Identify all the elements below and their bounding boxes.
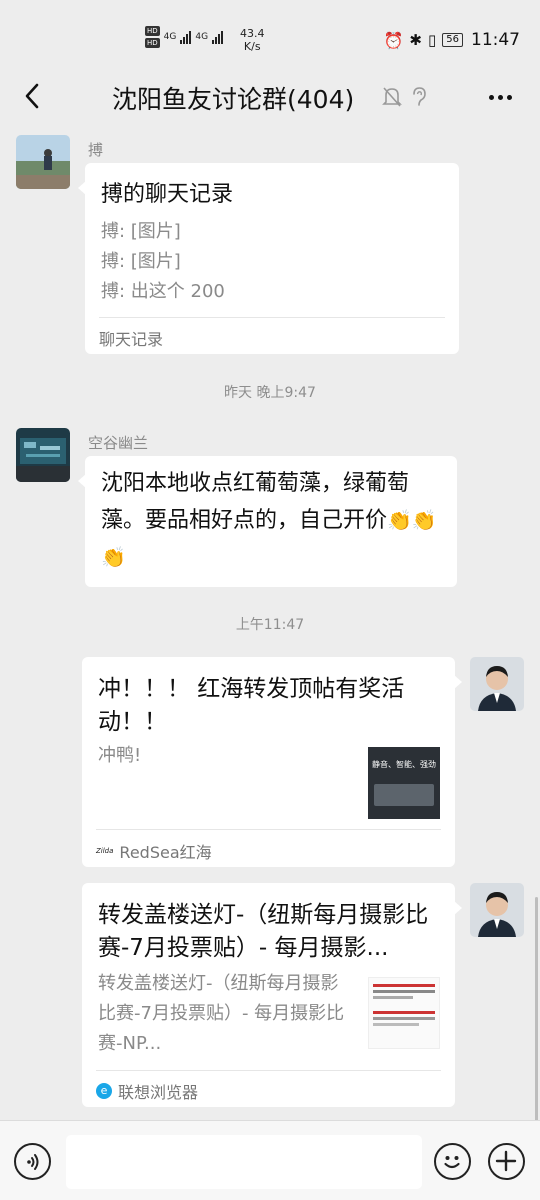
timestamp: 上午11:47 — [235, 617, 305, 633]
dot-icon — [497, 94, 503, 100]
voice-input-button[interactable] — [14, 1143, 51, 1180]
signal-icon — [180, 30, 192, 44]
back-button[interactable] — [14, 78, 50, 114]
plus-icon — [495, 1150, 517, 1172]
sender-name: 搏 — [88, 141, 104, 159]
speed-value: 43.4 — [240, 27, 265, 40]
link-card-lenovo[interactable]: 转发盖楼送灯-（纽斯每月摄影比赛-7月投票贴）- 每月摄影... 转发盖楼送灯-… — [82, 883, 462, 1107]
avatar-sender-konggu[interactable] — [16, 428, 70, 482]
timestamp: 昨天 晚上9:47 — [224, 385, 316, 401]
alarm-icon: ⏰ — [383, 30, 404, 50]
card-source: RedSea红海 — [119, 843, 212, 862]
earpiece-icon — [413, 87, 426, 106]
record-line: 搏: 出这个 200 — [101, 281, 225, 302]
card-title: 搏的聊天记录 — [101, 182, 234, 207]
card-title: 转发盖楼送灯-（纽斯每月摄影比赛-7月投票贴）- 每月摄影... — [98, 902, 429, 961]
lenovo-browser-icon: e — [96, 1083, 112, 1099]
bluetooth-icon: ✱ — [409, 31, 422, 49]
network-speed: 43.4 K/s — [240, 27, 265, 53]
divider — [96, 1070, 441, 1071]
card-title: 冲！！！ 红海转发顶帖有奖活动！！ — [98, 676, 405, 735]
avatar-image — [470, 883, 524, 937]
message-body: 沈阳本地收点红葡萄藻，绿葡萄藻。要品相好点的，自己开价 — [101, 471, 410, 533]
net-type-2: 4G — [195, 32, 209, 42]
divider — [96, 829, 441, 830]
card-description: 转发盖楼送灯-（纽斯每月摄影比赛-7月投票贴）- 每月摄影比赛-NP... — [98, 973, 345, 1054]
card-description: 冲鸭! — [98, 745, 142, 766]
sender-name: 空谷幽兰 — [88, 434, 149, 452]
card-thumbnail: 静音、智能、强劲 — [368, 747, 440, 819]
voice-icon — [26, 1153, 38, 1170]
chat-header: 沈阳鱼友讨论群(404) — [0, 70, 540, 122]
vibrate-icon: ▯ — [428, 31, 437, 49]
net-type-1: 4G — [163, 32, 177, 42]
divider — [99, 317, 445, 318]
more-functions-button[interactable] — [488, 1143, 525, 1180]
avatar-image — [470, 657, 524, 711]
avatar-image — [16, 428, 70, 482]
message-text: 沈阳本地收点红葡萄藻，绿葡萄藻。要品相好点的，自己开价👏👏👏 — [101, 466, 446, 576]
chevron-left-icon — [25, 83, 39, 109]
mute-bell-icon — [382, 87, 402, 107]
battery-icon: 56 — [442, 33, 463, 47]
chat-title: 沈阳鱼友讨论群(404) — [112, 85, 355, 114]
status-bar: HD HD 4G 4G 43.4 K/s ⏰ ✱ ▯ 56 11:47 — [0, 0, 540, 70]
scrollbar[interactable] — [535, 897, 538, 1120]
avatar-image — [16, 135, 70, 189]
card-footer: 聊天记录 — [99, 330, 164, 349]
smile-icon — [444, 1156, 460, 1169]
thumbnail-caption: 静音、智能、强劲 — [372, 760, 436, 769]
redsea-logo-icon: Zilda — [96, 847, 114, 855]
record-line: 搏: [图片] — [101, 221, 181, 242]
link-card-redsea[interactable]: 冲！！！ 红海转发顶帖有奖活动！！ 冲鸭! 静音、智能、强劲 Zilda Red… — [82, 657, 462, 867]
network-indicator: HD HD 4G 4G — [145, 26, 224, 48]
dot-icon — [488, 94, 494, 100]
message-list[interactable]: 搏 搏的聊天记录 搏: [图片] 搏: [图片] 搏: 出这个 200 聊天记录… — [0, 122, 540, 1120]
avatar-sender-bo[interactable] — [16, 135, 70, 189]
emoji-button[interactable] — [434, 1143, 471, 1180]
signal-icon-2 — [212, 30, 224, 44]
more-options-button[interactable] — [482, 82, 518, 112]
dot-icon — [506, 94, 512, 100]
chat-record-card[interactable]: 搏的聊天记录 搏: [图片] 搏: [图片] 搏: 出这个 200 聊天记录 — [78, 163, 459, 354]
card-thumbnail — [368, 977, 440, 1049]
thumbnail-product — [374, 784, 434, 806]
avatar-self[interactable] — [470, 883, 524, 937]
input-bar — [0, 1120, 540, 1200]
text-message-bubble[interactable]: 沈阳本地收点红葡萄藻，绿葡萄藻。要品相好点的，自己开价👏👏👏 — [78, 456, 457, 587]
avatar-self[interactable] — [470, 657, 524, 711]
card-source: 联想浏览器 — [118, 1083, 199, 1102]
message-input[interactable] — [66, 1135, 422, 1189]
card-footer: Zilda RedSea红海 — [96, 839, 212, 863]
record-line: 搏: [图片] — [101, 251, 181, 272]
card-footer: e 联想浏览器 — [96, 1079, 198, 1103]
speed-unit: K/s — [243, 40, 261, 53]
status-time: 11:47 — [471, 30, 520, 50]
